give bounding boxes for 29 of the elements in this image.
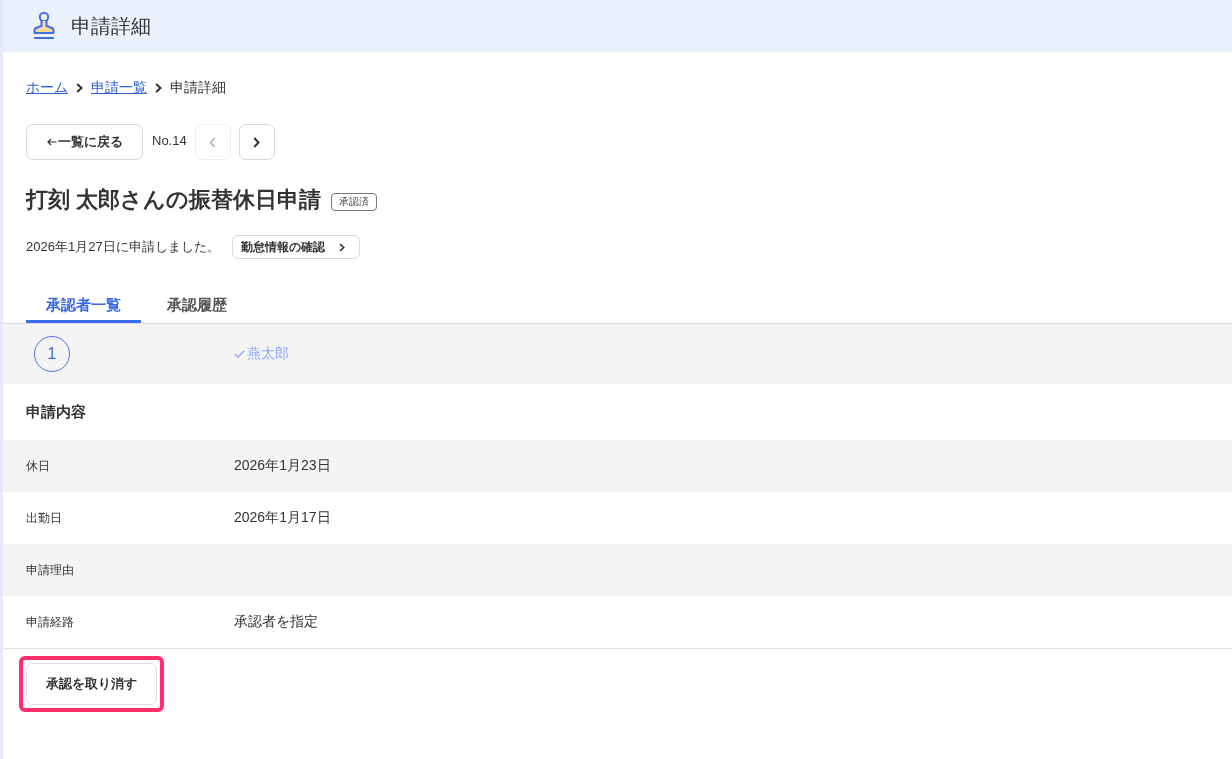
breadcrumb-link[interactable]: ホーム xyxy=(26,79,68,97)
chevron-right-icon xyxy=(155,83,162,93)
breadcrumb-current: 申請詳細 xyxy=(170,79,226,97)
submitted-date-text: 2026年1月27日に申請しました。 xyxy=(26,238,220,256)
page-title: 申請詳細 xyxy=(71,13,151,39)
field-label: 申請経路 xyxy=(25,613,75,631)
cancel-approval-button[interactable]: 承認を取り消す xyxy=(26,663,157,705)
chevron-right-icon xyxy=(338,242,345,252)
breadcrumb-link[interactable]: 申請一覧 xyxy=(91,79,147,97)
tab[interactable]: 承認履歴 xyxy=(147,290,247,323)
field-value: 2026年1月23日 xyxy=(234,457,331,475)
field-value: 承認者を指定 xyxy=(234,613,318,631)
request-title: 打刻 太郎さんの振替休日申請 xyxy=(26,186,322,214)
field-label: 休日 xyxy=(25,457,51,475)
chevron-left-icon xyxy=(209,136,217,148)
left-arrow-icon xyxy=(46,138,57,146)
section-heading: 申請内容 xyxy=(26,402,86,422)
field-label: 申請理由 xyxy=(25,561,75,579)
next-button[interactable] xyxy=(238,124,275,160)
status-badge: 承認済 xyxy=(331,192,378,211)
back-to-list-button[interactable]: 一覧に戻る xyxy=(26,124,143,160)
stamp-icon xyxy=(33,11,55,41)
attendance-info-button[interactable]: 勤怠情報の確認 xyxy=(231,235,360,259)
approver-name: 燕太郎 xyxy=(247,345,289,363)
field-value: 2026年1月17日 xyxy=(234,509,331,527)
field-label: 出勤日 xyxy=(25,509,63,527)
chevron-right-icon xyxy=(253,136,261,148)
request-number: No.14 xyxy=(152,132,187,148)
chevron-right-icon xyxy=(76,83,83,93)
